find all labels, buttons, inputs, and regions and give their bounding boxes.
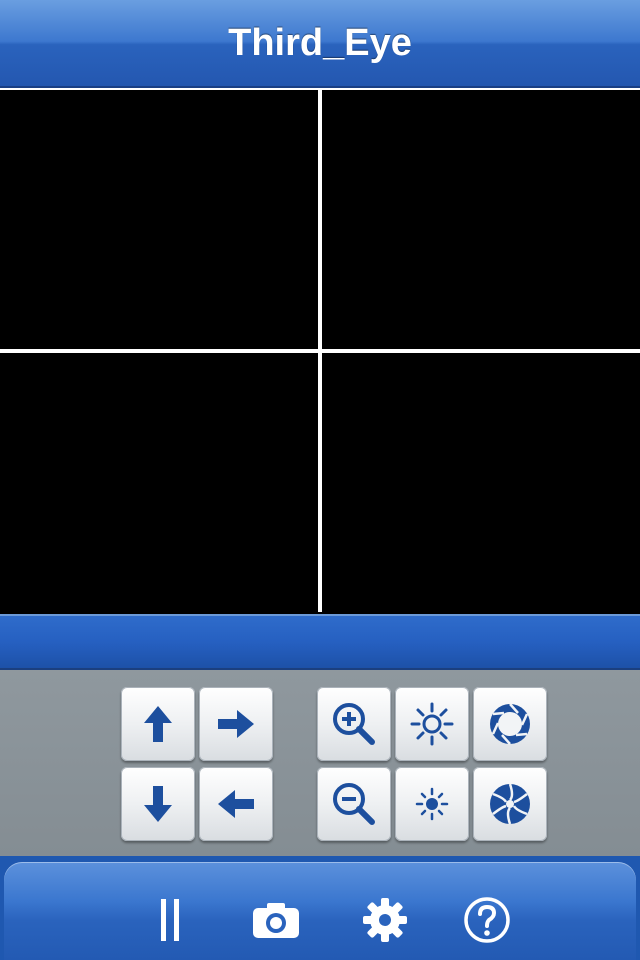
brightness-down-button[interactable]	[395, 767, 469, 841]
arrow-down-icon	[144, 786, 172, 822]
tilt-up-button[interactable]	[121, 687, 195, 761]
brightness-up-icon	[410, 702, 454, 746]
zoom-out-icon	[333, 783, 375, 825]
iris-open-button[interactable]	[473, 687, 547, 761]
zoom-in-button[interactable]	[317, 687, 391, 761]
tilt-down-button[interactable]	[121, 767, 195, 841]
pan-left-button[interactable]	[199, 767, 273, 841]
pause-icon	[161, 899, 179, 941]
brightness-down-icon	[415, 787, 449, 821]
camera-view-3[interactable]	[0, 353, 318, 612]
gear-icon	[363, 898, 407, 942]
camera-icon	[253, 903, 299, 938]
camera-view-2[interactable]	[322, 90, 640, 349]
arrow-left-icon	[218, 790, 254, 818]
pan-right-button[interactable]	[199, 687, 273, 761]
ptz-control-panel	[0, 670, 640, 856]
arrow-right-icon	[218, 710, 254, 738]
app-title: Third_Eye	[228, 21, 412, 64]
status-bar	[0, 614, 640, 670]
brightness-up-button[interactable]	[395, 687, 469, 761]
iris-close-icon	[490, 783, 530, 825]
help-icon	[464, 897, 510, 943]
toolbar-panel	[4, 862, 636, 960]
help-button[interactable]	[457, 890, 517, 950]
zoom-out-button[interactable]	[317, 767, 391, 841]
settings-button[interactable]	[355, 890, 415, 950]
camera-grid	[0, 88, 640, 612]
iris-close-button[interactable]	[473, 767, 547, 841]
camera-view-1[interactable]	[0, 90, 318, 349]
bottom-toolbar	[0, 856, 640, 960]
title-bar: Third_Eye	[0, 0, 640, 88]
zoom-in-icon	[333, 703, 375, 745]
snapshot-button[interactable]	[246, 890, 306, 950]
pause-button[interactable]	[142, 890, 202, 950]
arrow-up-icon	[144, 706, 172, 742]
camera-view-4[interactable]	[322, 353, 640, 612]
iris-open-icon	[490, 703, 530, 745]
